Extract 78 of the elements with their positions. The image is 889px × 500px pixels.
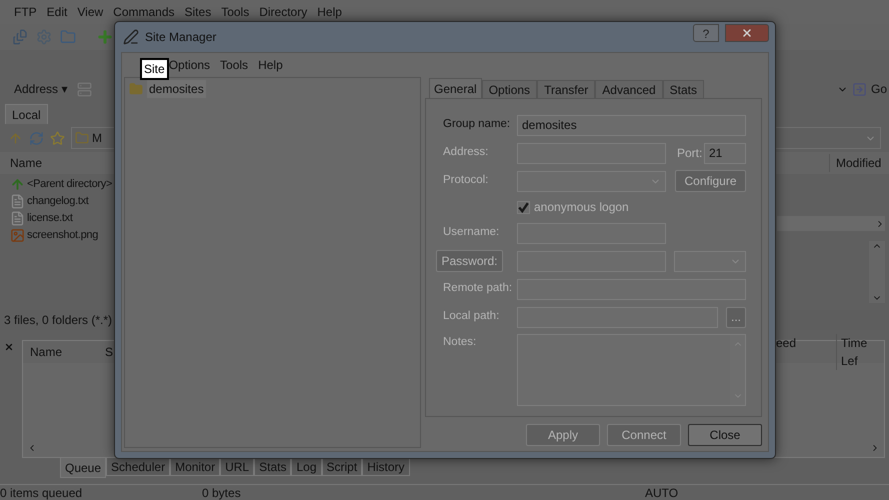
menu-item[interactable]: Options <box>168 56 210 74</box>
dialog-button[interactable]: Close <box>688 424 762 446</box>
folder-up-icon[interactable] <box>8 130 23 146</box>
horizontal-scrollbar[interactable] <box>777 216 885 231</box>
menu-item[interactable]: Help <box>317 3 342 21</box>
dialog-tab[interactable]: Transfer <box>537 80 596 98</box>
queue-tab[interactable]: Scheduler <box>106 458 170 476</box>
field-label: Group name: <box>443 117 512 132</box>
status-text: AUTO <box>644 484 678 500</box>
folder-icon[interactable] <box>60 29 76 45</box>
menu-item[interactable]: FTP <box>14 3 37 21</box>
status-text: 0 items queued <box>0 484 84 500</box>
file-name[interactable]: screenshot.png <box>27 227 98 244</box>
star-icon[interactable] <box>50 130 65 146</box>
folder-icon <box>129 82 143 96</box>
document-icon <box>10 194 25 209</box>
menu-item[interactable]: Commands <box>113 3 175 21</box>
server-icon <box>77 82 92 96</box>
plus-icon[interactable] <box>96 28 114 46</box>
column-header[interactable]: S <box>103 343 114 361</box>
status-text: 0 bytes <box>201 484 242 500</box>
field-label: Remote path: <box>443 281 514 296</box>
window-title: Site Manager <box>145 29 216 46</box>
queue-tab[interactable]: Log <box>291 458 322 476</box>
vertical-scrollbar[interactable] <box>869 241 885 303</box>
field-label: Local path: <box>443 309 500 324</box>
menu-item[interactable]: Edit <box>46 3 68 21</box>
column-header[interactable]: Modified <box>829 154 889 172</box>
tree-item[interactable]: demosites <box>147 80 206 98</box>
field-label: Username: <box>443 225 500 240</box>
file-name[interactable]: <Parent directory> <box>27 176 112 193</box>
document-icon <box>10 211 25 226</box>
dialog-tab[interactable]: Options <box>482 80 538 98</box>
dropdown-field[interactable] <box>674 250 746 272</box>
refresh-icon[interactable] <box>29 130 44 146</box>
field-label: Protocol: <box>443 173 490 188</box>
column-header[interactable]: eed <box>776 334 836 370</box>
field-label: Address: <box>443 145 490 160</box>
dropdown-field[interactable] <box>517 170 666 192</box>
settings-icon[interactable] <box>36 29 52 45</box>
local-status-text: 3 files, 0 folders (*.*) <box>4 312 112 329</box>
queue-tab[interactable]: Queue <box>60 458 106 478</box>
dialog-tab[interactable]: Stats <box>662 80 704 98</box>
menu-item[interactable]: Site <box>140 58 169 80</box>
menu-item[interactable]: Sites <box>184 3 212 21</box>
queue-tab[interactable]: URL <box>220 458 254 476</box>
queue-tab[interactable]: History <box>362 458 410 476</box>
field-label: Port: <box>677 145 702 162</box>
column-header[interactable]: Time Lef <box>836 334 884 370</box>
file-name[interactable]: changelog.txt <box>27 193 89 210</box>
queue-tab[interactable]: Script <box>322 458 362 476</box>
menu-item[interactable]: Help <box>258 56 283 74</box>
menu-item[interactable]: Tools <box>220 56 248 74</box>
column-header[interactable]: Name <box>23 343 103 361</box>
dropdown-field[interactable] <box>774 127 881 149</box>
close-icon <box>741 27 753 39</box>
menu-item[interactable]: Directory <box>259 3 308 21</box>
field-label: Notes: <box>443 335 478 350</box>
close-button[interactable] <box>725 24 769 42</box>
queue-tab[interactable]: Monitor <box>170 458 220 476</box>
go-button[interactable]: Go <box>852 80 887 98</box>
checkmark-icon <box>518 202 529 212</box>
image-file-icon <box>10 228 25 243</box>
panel-tab[interactable]: Local <box>5 104 48 124</box>
menu-item[interactable]: View <box>77 3 104 21</box>
help-button[interactable]: ? <box>693 24 719 42</box>
folder-icon <box>75 131 89 145</box>
file-name[interactable]: license.txt <box>27 210 73 227</box>
column-header[interactable]: Name <box>10 154 42 172</box>
dialog-tab[interactable]: Advanced <box>595 80 663 98</box>
input-field[interactable]: demosites <box>517 114 746 136</box>
address-dropdown[interactable]: Address ▾ <box>14 80 68 98</box>
close-icon[interactable] <box>4 342 14 352</box>
menu-item[interactable]: Tools <box>221 3 250 21</box>
notes-field[interactable] <box>517 334 746 406</box>
queue-tab[interactable]: Stats <box>254 458 292 476</box>
dialog-tab[interactable]: General <box>429 78 482 98</box>
checkbox-label: anonymous logon <box>534 199 629 216</box>
